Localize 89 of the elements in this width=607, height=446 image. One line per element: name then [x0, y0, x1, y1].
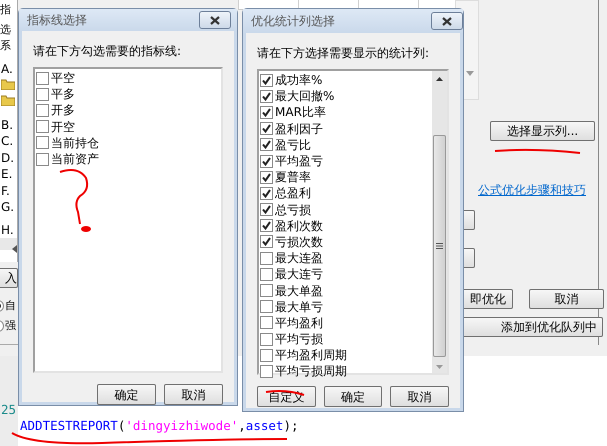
checkbox-label[interactable]: 盈利因子: [275, 120, 323, 138]
checkbox-label[interactable]: 最大连亏: [275, 265, 323, 284]
code-line: ADDTESTREPORT('dingyizhiwode',asset);: [20, 417, 298, 435]
checkbox[interactable]: [36, 120, 49, 134]
checkbox[interactable]: [260, 138, 273, 152]
grip-icon: [436, 243, 443, 249]
checkbox[interactable]: [260, 219, 273, 232]
checkbox-label[interactable]: 平多: [51, 85, 75, 104]
scroll-down-icon[interactable]: [466, 71, 474, 76]
checkbox[interactable]: [260, 203, 273, 216]
checkbox[interactable]: [36, 152, 49, 166]
checkbox-label[interactable]: 最大连盈: [275, 249, 323, 268]
prompt-text: 请在下方选择需要显示的统计列:: [257, 45, 430, 62]
tree-item-label: H.: [1, 222, 14, 239]
checkbox-label[interactable]: 亏损次数: [275, 232, 323, 251]
checkbox[interactable]: [260, 364, 273, 378]
checkbox-label[interactable]: 当前资产: [51, 150, 99, 168]
checkbox-label[interactable]: 平空: [51, 69, 75, 88]
checkbox[interactable]: [260, 300, 273, 314]
tree-item-label: 系: [0, 38, 11, 54]
checkbox-label[interactable]: 最大单盈: [275, 282, 323, 300]
close-button[interactable]: [431, 12, 463, 30]
checkbox-label[interactable]: 平均盈利: [275, 314, 323, 332]
checkbox[interactable]: [260, 74, 273, 87]
checkbox[interactable]: [36, 136, 49, 150]
radio-label: 强: [5, 319, 16, 332]
checkbox[interactable]: [260, 106, 273, 119]
checkbox[interactable]: [260, 90, 273, 103]
cancel-button[interactable]: 取消: [529, 289, 604, 309]
close-icon: [442, 16, 452, 26]
tree-item-label: A.: [1, 61, 13, 78]
checkbox-label[interactable]: 最大回撤%: [275, 87, 334, 106]
checkbox[interactable]: [260, 186, 273, 200]
checkbox[interactable]: [260, 332, 273, 346]
tree-item-label: E.: [1, 166, 12, 183]
checkbox-label[interactable]: MAR比率: [275, 103, 326, 122]
checkbox-label[interactable]: 当前持仓: [51, 134, 99, 152]
checkbox-label[interactable]: 平均亏损: [275, 330, 323, 348]
tree-item-label: G.: [1, 199, 14, 216]
tree-item-label: F.: [1, 183, 10, 200]
tree-item-label: C.: [1, 133, 14, 150]
checkbox[interactable]: [36, 72, 49, 85]
checkbox-label[interactable]: 总盈利: [275, 184, 311, 202]
tree-item-label: B.: [1, 117, 14, 134]
dialog-button[interactable]: 确定: [324, 386, 382, 407]
checkbox-label[interactable]: 盈利次数: [275, 216, 323, 235]
checkbox[interactable]: [260, 348, 273, 362]
import-button[interactable]: 入: [0, 268, 18, 288]
question-mark-drawing: [60, 169, 91, 232]
tree-item-label: 指: [0, 2, 11, 18]
tree-item-label: D.: [1, 150, 14, 167]
dialog-title: 优化统计列选择: [251, 13, 335, 30]
checkbox-label[interactable]: 夏普率: [275, 168, 311, 186]
line-number: 25: [1, 401, 16, 419]
checkbox[interactable]: [260, 122, 273, 136]
checkbox[interactable]: [260, 252, 273, 265]
checkbox-label[interactable]: 开多: [51, 101, 75, 120]
help-link[interactable]: 公式优化步骤和技巧: [478, 181, 586, 199]
checkbox-label[interactable]: 平均亏损周期: [275, 362, 347, 380]
scroll-down-icon[interactable]: [436, 365, 443, 369]
checkbox[interactable]: [36, 104, 49, 117]
tree-item-label: 选: [0, 22, 11, 38]
folder-icon: [1, 78, 15, 90]
checkbox[interactable]: [36, 88, 49, 101]
radio-label: 自: [5, 299, 16, 312]
checkbox-label[interactable]: 平均盈亏: [275, 152, 323, 170]
close-button[interactable]: [199, 11, 231, 29]
checkbox-label[interactable]: 最大单亏: [275, 298, 323, 316]
checkbox[interactable]: [260, 154, 273, 168]
dialog-title: 指标线选择: [27, 12, 87, 29]
checkbox[interactable]: [260, 284, 273, 298]
checkbox[interactable]: [260, 170, 273, 184]
prompt-text: 请在下方勾选需要的指标线:: [33, 43, 182, 60]
dialog-button[interactable]: 取消: [390, 386, 450, 407]
checkbox-label[interactable]: 总亏损: [275, 200, 311, 219]
select-columns-button[interactable]: 选择显示列...: [490, 121, 595, 141]
close-icon: [210, 16, 220, 24]
dialog-button[interactable]: 取消: [164, 384, 223, 405]
scrollbar-thumb[interactable]: [433, 135, 446, 357]
checkbox-label[interactable]: 成功率%: [275, 71, 322, 90]
checkbox-label[interactable]: 平均盈利周期: [275, 346, 347, 364]
checkbox-label[interactable]: 盈亏比: [275, 136, 311, 154]
checkbox[interactable]: [260, 235, 273, 248]
folder-icon: [1, 94, 15, 106]
dialog-button[interactable]: 确定: [97, 384, 156, 405]
checkbox[interactable]: [260, 268, 273, 281]
checkbox-label[interactable]: 开空: [51, 118, 75, 136]
scroll-up-icon[interactable]: [436, 77, 443, 81]
checkbox[interactable]: [260, 316, 273, 330]
